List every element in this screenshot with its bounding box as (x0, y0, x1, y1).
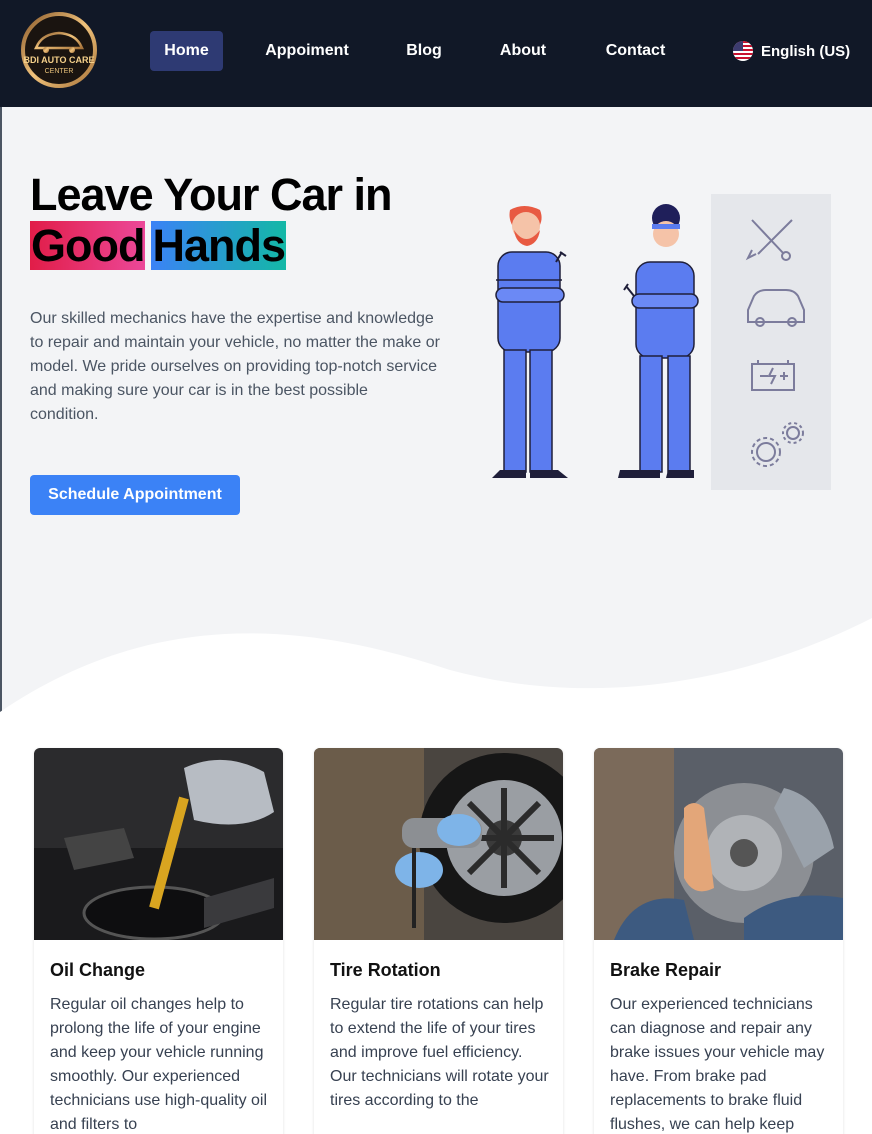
card-title: Tire Rotation (330, 960, 441, 980)
nav-about[interactable]: About (492, 31, 554, 71)
card-description: Regular oil changes help to prolong the … (50, 996, 268, 1133)
nav-blog[interactable]: Blog (398, 31, 450, 71)
service-card-tire-rotation[interactable]: Tire Rotation Regular tire rotations can… (314, 748, 563, 1134)
tire-rotation-image (314, 748, 563, 940)
hero-highlight-hands: Hands (151, 220, 286, 271)
service-card-brake-repair[interactable]: Brake Repair Our experienced technicians… (594, 748, 843, 1134)
card-title: Brake Repair (610, 960, 722, 980)
schedule-appointment-button[interactable]: Schedule Appointment (30, 475, 240, 515)
logo[interactable]: BDI AUTO CARE CENTER (18, 10, 100, 90)
nav-contact[interactable]: Contact (598, 31, 673, 71)
language-selector[interactable]: English (US) (733, 40, 850, 62)
card-description: Our experienced technicians can diagnose… (610, 996, 825, 1133)
nav-appointment[interactable]: Appoiment (256, 31, 358, 71)
female-mechanic-figure (618, 204, 699, 478)
wave-divider (0, 618, 872, 740)
hero-title: Leave Your Car in Good Hands (30, 170, 460, 270)
card-description: Regular tire rotations can help to exten… (330, 996, 549, 1109)
mechanics-illustration (492, 194, 831, 490)
us-flag-icon (733, 41, 753, 61)
hero-title-line1: Leave Your Car in (30, 169, 392, 220)
logo-text-line2: CENTER (45, 68, 74, 75)
brake-repair-image (594, 748, 843, 940)
oil-change-image (34, 748, 283, 941)
logo-text-line1: BDI AUTO CARE (23, 55, 94, 65)
navbar: BDI AUTO CARE CENTER Home Appoiment Blog… (0, 0, 872, 107)
card-title: Oil Change (50, 960, 146, 980)
language-label: English (US) (761, 42, 851, 60)
male-mechanic-figure (492, 206, 568, 478)
service-card-oil-change[interactable]: Oil Change Regular oil changes help to p… (34, 748, 283, 1134)
hero-highlight-good: Good (30, 220, 145, 271)
nav-home[interactable]: Home (150, 31, 223, 71)
hero-description: Our skilled mechanics have the expertise… (30, 310, 440, 423)
